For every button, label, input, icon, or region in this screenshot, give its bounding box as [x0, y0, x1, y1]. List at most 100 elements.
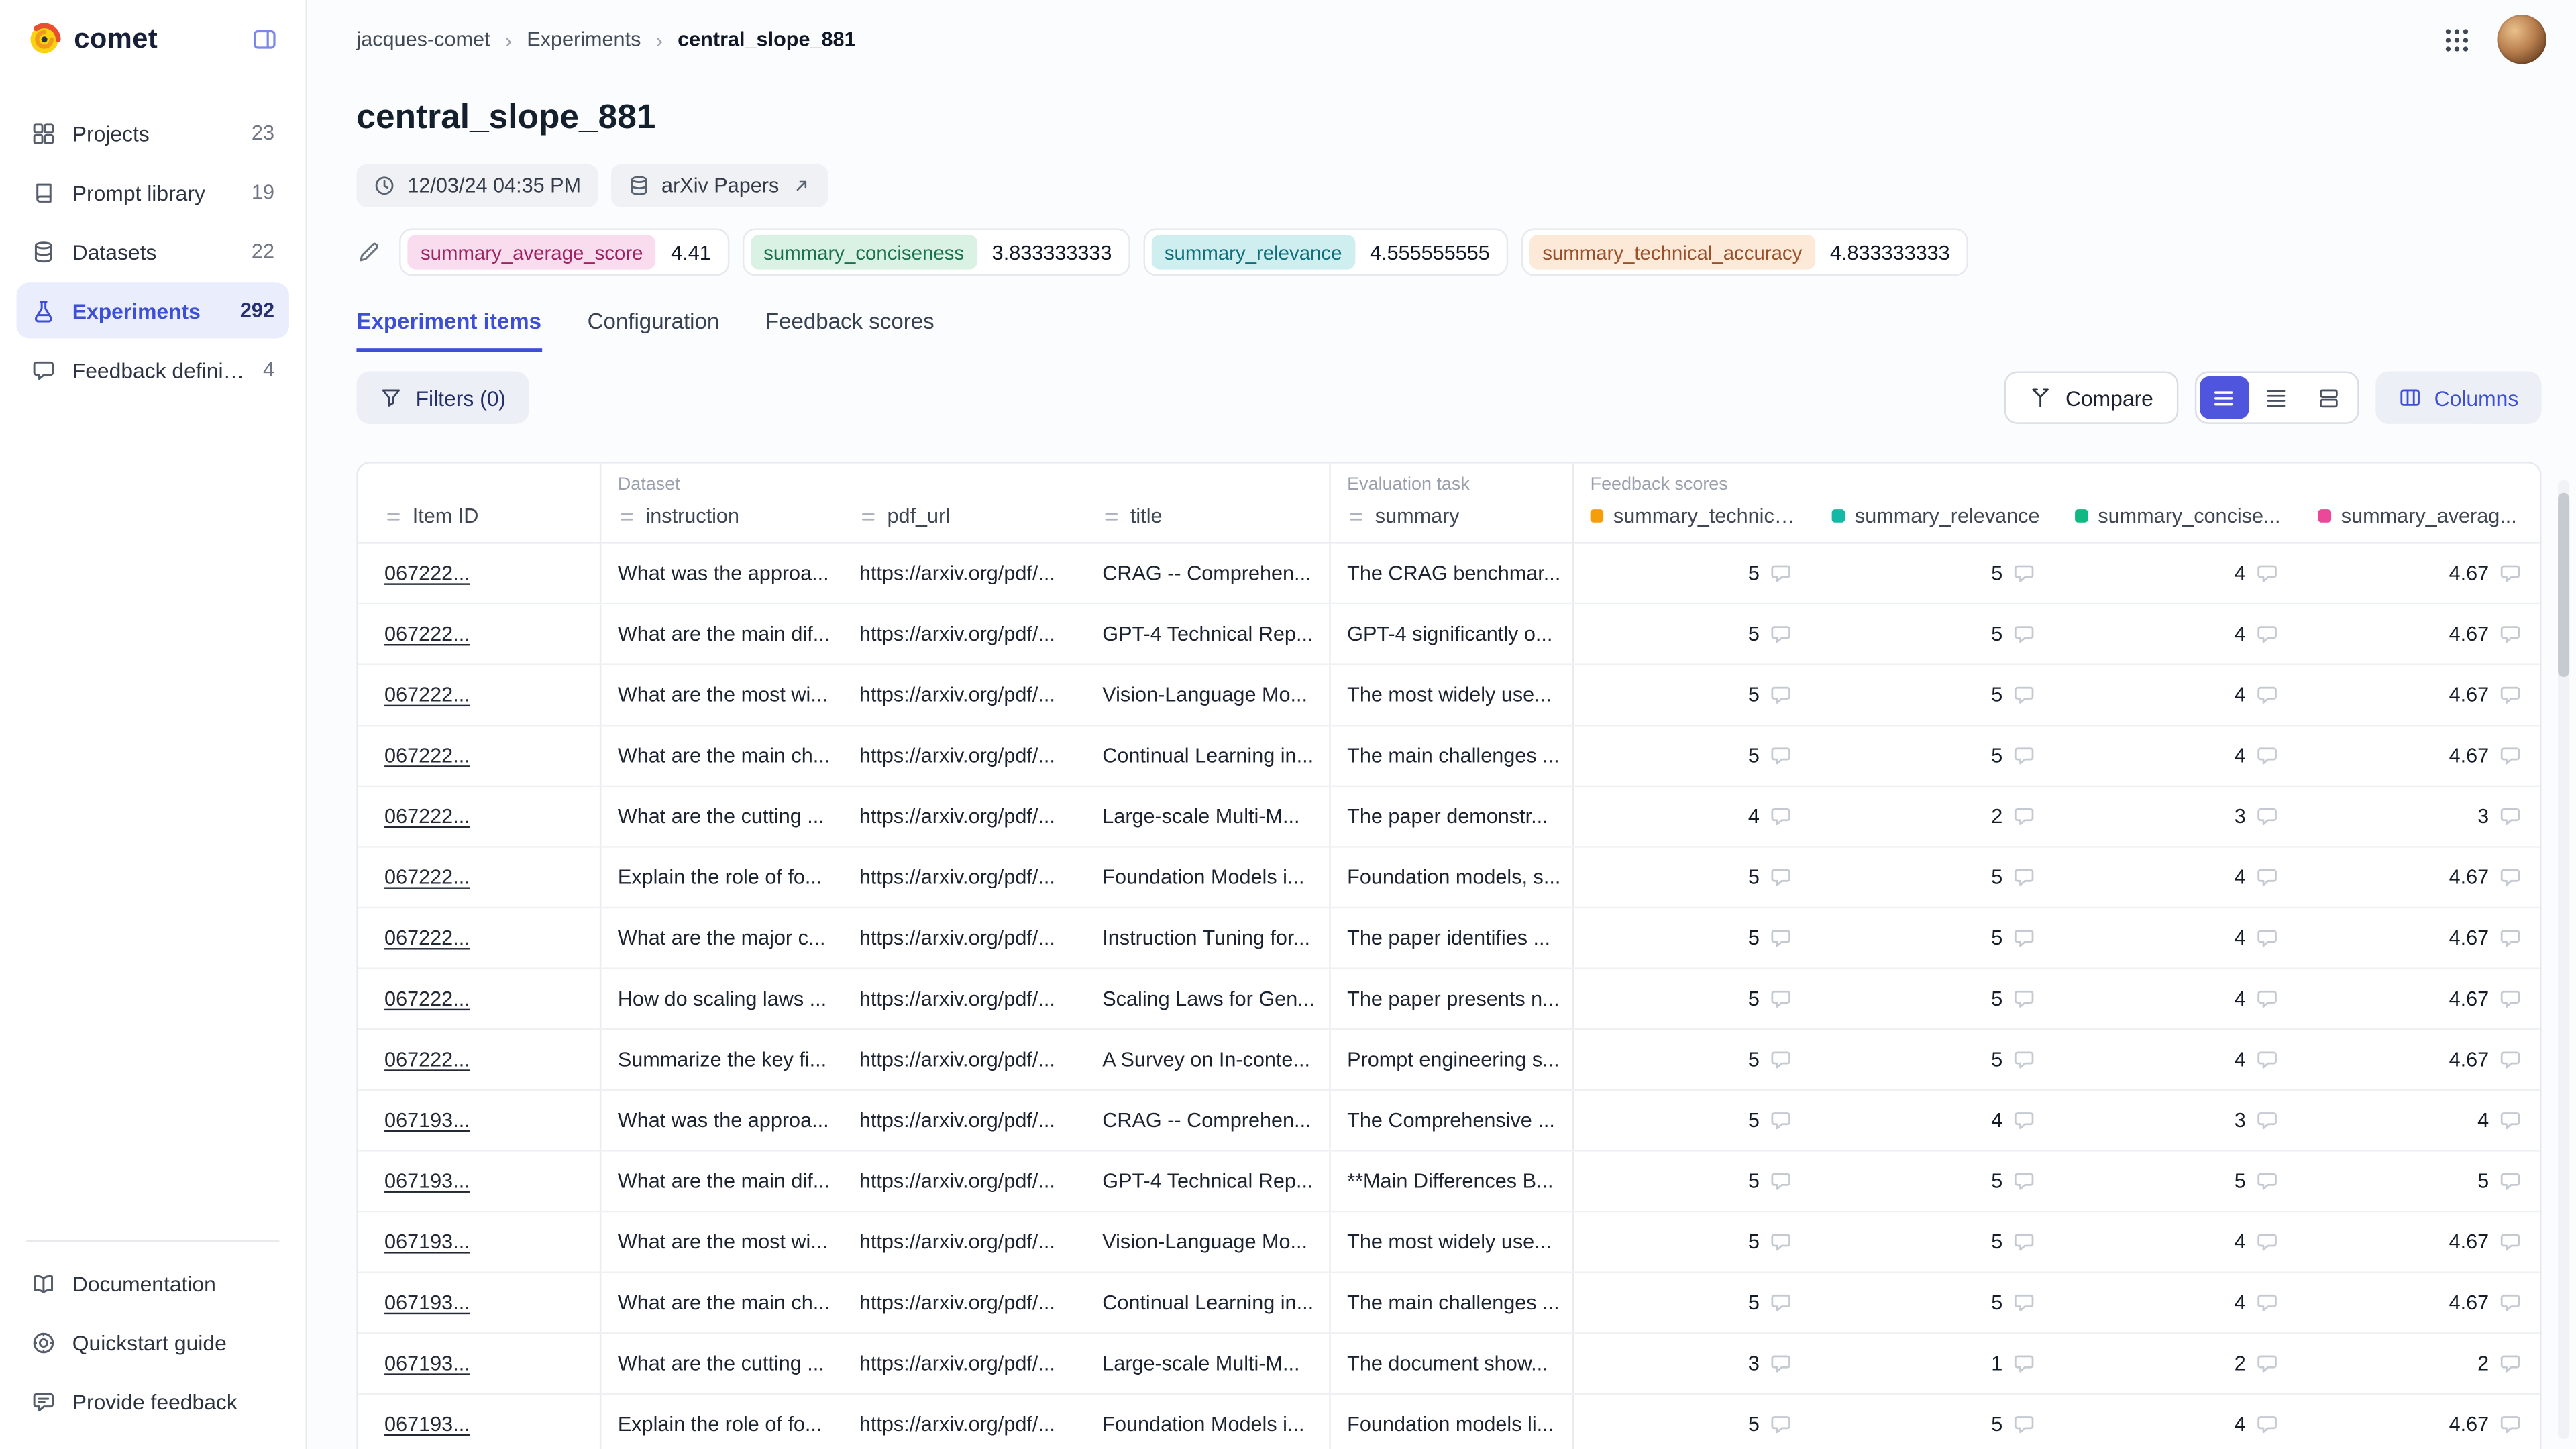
sidebar-item-projects[interactable]: Projects23: [16, 105, 289, 161]
table-row[interactable]: 067222...Summarize the key fi...https://…: [358, 1030, 2540, 1091]
column-header-summary[interactable]: Evaluation tasksummary: [1329, 464, 1572, 543]
sidebar-item-provide-feedback[interactable]: Provide feedback: [16, 1373, 289, 1429]
item-id-link[interactable]: 067193...: [384, 1352, 470, 1375]
comment-icon[interactable]: [2012, 1048, 2035, 1071]
item-id-link[interactable]: 067222...: [384, 1048, 470, 1071]
scrollbar-thumb[interactable]: [2558, 493, 2569, 677]
column-header-pdf-url[interactable]: pdf_url: [843, 464, 1085, 543]
dataset-link-chip[interactable]: arXiv Papers: [610, 164, 828, 207]
sidebar-item-experiments[interactable]: Experiments292: [16, 282, 289, 338]
comment-icon[interactable]: [1770, 1413, 1792, 1436]
comment-icon[interactable]: [1770, 744, 1792, 767]
comment-icon[interactable]: [2499, 926, 2522, 949]
comment-icon[interactable]: [2012, 1413, 2035, 1436]
item-id-link[interactable]: 067222...: [384, 805, 470, 828]
comment-icon[interactable]: [2499, 684, 2522, 706]
sidebar-item-prompt-library[interactable]: Prompt library19: [16, 164, 289, 220]
column-header-summary-conciseness[interactable]: summary_concise...: [2059, 464, 2302, 543]
tab-configuration[interactable]: Configuration: [588, 309, 720, 352]
comment-icon[interactable]: [1770, 1048, 1792, 1071]
column-header-summary-average-score[interactable]: summary_averag...: [2302, 464, 2542, 543]
feedback-score-tag-summary-relevance[interactable]: summary_relevance4.555555555: [1143, 228, 1508, 276]
comment-icon[interactable]: [2499, 623, 2522, 645]
comment-icon[interactable]: [2012, 1109, 2035, 1132]
comment-icon[interactable]: [2499, 1230, 2522, 1253]
comment-icon[interactable]: [2012, 987, 2035, 1010]
item-id-link[interactable]: 067222...: [384, 562, 470, 585]
feedback-score-tag-summary-average-score[interactable]: summary_average_score4.41: [399, 228, 729, 276]
comment-icon[interactable]: [1770, 866, 1792, 889]
column-header-summary-relevance[interactable]: summary_relevance: [1815, 464, 2058, 543]
comment-icon[interactable]: [2255, 1413, 2278, 1436]
comment-icon[interactable]: [1770, 684, 1792, 706]
comment-icon[interactable]: [2255, 1170, 2278, 1193]
comment-icon[interactable]: [1770, 1170, 1792, 1193]
tab-experiment-items[interactable]: Experiment items: [356, 309, 541, 352]
column-header-title[interactable]: title: [1086, 464, 1329, 543]
item-id-link[interactable]: 067222...: [384, 623, 470, 645]
edit-tags-button[interactable]: [356, 240, 381, 265]
comment-icon[interactable]: [2255, 562, 2278, 585]
table-row[interactable]: 067193...What was the approa...https://a…: [358, 1091, 2540, 1152]
table-row[interactable]: 067222...What are the cutting ...https:/…: [358, 787, 2540, 848]
table-row[interactable]: 067193...Explain the role of fo...https:…: [358, 1395, 2540, 1449]
sidebar-item-documentation[interactable]: Documentation: [16, 1255, 289, 1311]
tab-feedback-scores[interactable]: Feedback scores: [765, 309, 934, 352]
feedback-score-tag-summary-conciseness[interactable]: summary_conciseness3.833333333: [742, 228, 1130, 276]
comment-icon[interactable]: [2012, 1230, 2035, 1253]
table-row[interactable]: 067193...What are the main dif...https:/…: [358, 1152, 2540, 1213]
comment-icon[interactable]: [2255, 684, 2278, 706]
comment-icon[interactable]: [2012, 684, 2035, 706]
column-header-summary-technical-accuracy[interactable]: Feedback scoressummary_technica...: [1572, 464, 1815, 543]
feedback-score-tag-summary-technical-accuracy[interactable]: summary_technical_accuracy4.833333333: [1521, 228, 1968, 276]
table-row[interactable]: 067222...What are the main dif...https:/…: [358, 604, 2540, 665]
sidebar-item-feedback-definitions[interactable]: Feedback definitions4: [16, 341, 289, 397]
comment-icon[interactable]: [1770, 562, 1792, 585]
comment-icon[interactable]: [2255, 987, 2278, 1010]
comment-icon[interactable]: [2255, 1291, 2278, 1314]
item-id-link[interactable]: 067222...: [384, 866, 470, 889]
table-row[interactable]: 067222...What are the most wi...https://…: [358, 665, 2540, 727]
comment-icon[interactable]: [2499, 744, 2522, 767]
comment-icon[interactable]: [1770, 623, 1792, 645]
comment-icon[interactable]: [2012, 744, 2035, 767]
item-id-link[interactable]: 067222...: [384, 744, 470, 767]
breadcrumb-item-experiments[interactable]: Experiments: [527, 28, 641, 51]
comment-icon[interactable]: [1770, 1352, 1792, 1375]
row-height-medium-button[interactable]: [2252, 376, 2301, 419]
row-height-large-button[interactable]: [2304, 376, 2353, 419]
table-row[interactable]: 067193...What are the main ch...https://…: [358, 1273, 2540, 1334]
comment-icon[interactable]: [2255, 1352, 2278, 1375]
breadcrumb-item-jacques-comet[interactable]: jacques-comet: [356, 28, 490, 51]
comment-icon[interactable]: [2255, 866, 2278, 889]
item-id-link[interactable]: 067222...: [384, 926, 470, 949]
table-row[interactable]: 067222...What are the main ch...https://…: [358, 726, 2540, 787]
table-row[interactable]: 067222...What are the major c...https://…: [358, 908, 2540, 969]
comet-logo[interactable]: comet: [26, 21, 158, 58]
comment-icon[interactable]: [2255, 744, 2278, 767]
item-id-link[interactable]: 067193...: [384, 1291, 470, 1314]
sidebar-item-quickstart-guide[interactable]: Quickstart guide: [16, 1314, 289, 1370]
comment-icon[interactable]: [2499, 1109, 2522, 1132]
comment-icon[interactable]: [2255, 1109, 2278, 1132]
table-row[interactable]: 067222...How do scaling laws ...https://…: [358, 969, 2540, 1030]
comment-icon[interactable]: [2255, 1048, 2278, 1071]
vertical-scrollbar[interactable]: [2558, 480, 2569, 1439]
column-header-item-id[interactable]: Item ID: [358, 464, 600, 543]
filters-button[interactable]: Filters (0): [356, 371, 529, 423]
table-row[interactable]: 067193...What are the most wi...https://…: [358, 1212, 2540, 1273]
apps-grid-button[interactable]: [2443, 25, 2471, 54]
sidebar-collapse-button[interactable]: [243, 18, 286, 61]
table-row[interactable]: 067222...What was the approa...https://a…: [358, 544, 2540, 605]
comment-icon[interactable]: [2012, 805, 2035, 828]
item-id-link[interactable]: 067193...: [384, 1230, 470, 1253]
columns-button[interactable]: Columns: [2375, 371, 2541, 423]
comment-icon[interactable]: [2255, 926, 2278, 949]
comment-icon[interactable]: [2499, 866, 2522, 889]
comment-icon[interactable]: [2255, 805, 2278, 828]
comment-icon[interactable]: [2499, 1352, 2522, 1375]
item-id-link[interactable]: 067193...: [384, 1170, 470, 1193]
sidebar-item-datasets[interactable]: Datasets22: [16, 223, 289, 279]
avatar[interactable]: [2497, 15, 2546, 64]
comment-icon[interactable]: [2255, 623, 2278, 645]
